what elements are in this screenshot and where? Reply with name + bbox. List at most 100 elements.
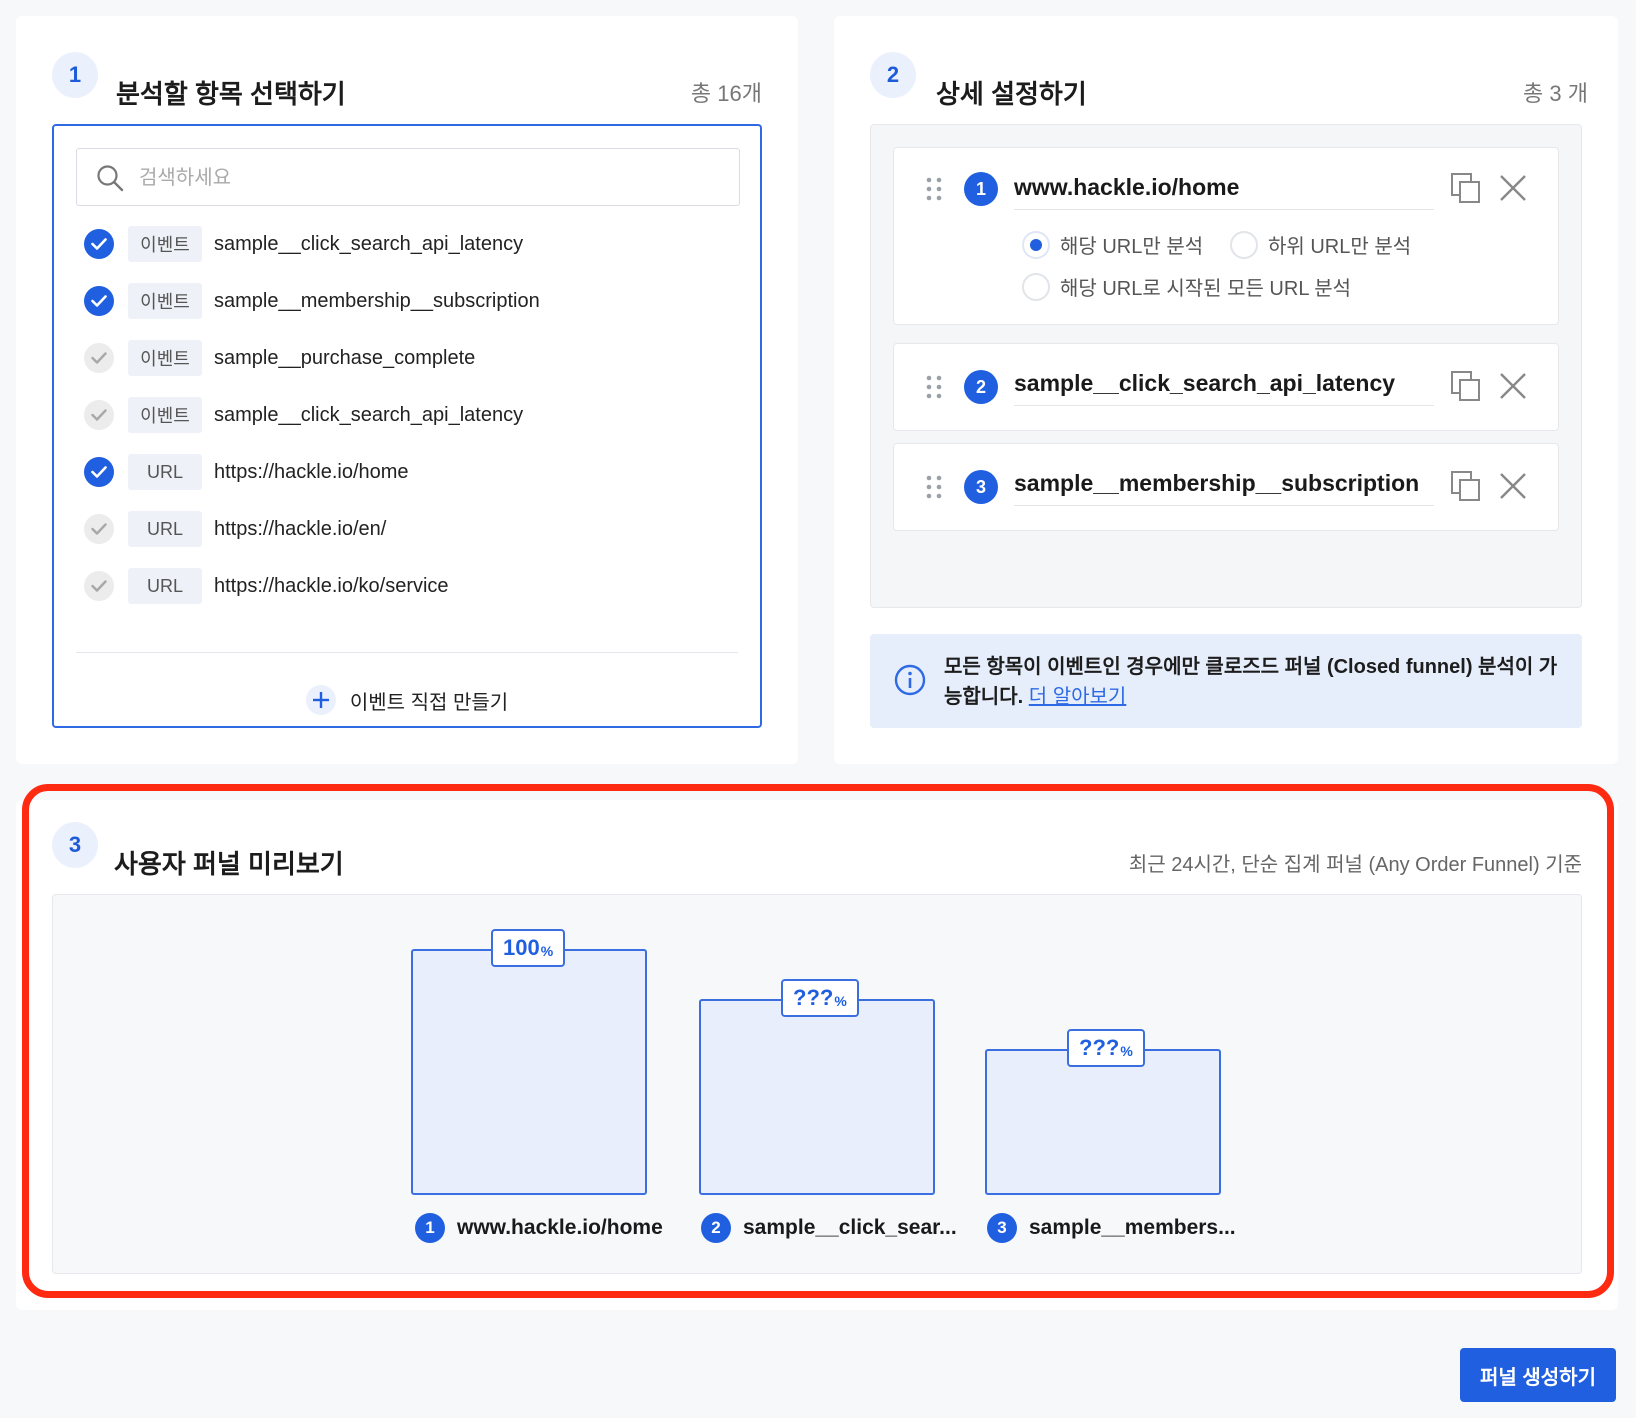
item-type-tag: 이벤트 — [128, 340, 202, 376]
checkbox-checked[interactable] — [84, 457, 114, 487]
checkbox-checked[interactable] — [84, 229, 114, 259]
percent-unit: % — [834, 993, 847, 1009]
list-item[interactable]: 이벤트 sample__click_search_api_latency — [84, 395, 734, 435]
funnel-percent-badge: ???% — [1067, 1029, 1145, 1067]
item-type-tag: URL — [128, 511, 202, 547]
checkbox-unchecked[interactable] — [84, 571, 114, 601]
info-icon — [894, 664, 926, 696]
percent-unit: % — [540, 943, 554, 959]
close-icon[interactable] — [1498, 371, 1528, 401]
radio-button[interactable] — [1022, 230, 1050, 259]
step-number-badge: 1 — [415, 1213, 445, 1243]
copy-icon[interactable] — [1450, 470, 1482, 502]
item-type-tag: URL — [128, 454, 202, 490]
funnel-step-label: 2 sample__click_sear... — [701, 1213, 957, 1243]
step-number-badge: 3 — [987, 1213, 1017, 1243]
step-badge: 2 — [870, 52, 916, 98]
item-label: https://hackle.io/en/ — [214, 517, 387, 540]
step-number-badge: 3 — [964, 470, 998, 504]
create-event-button[interactable]: 이벤트 직접 만들기 — [54, 682, 760, 718]
search-box[interactable] — [76, 148, 740, 206]
card-title-field[interactable]: sample__membership__subscription — [1014, 470, 1434, 506]
search-icon — [97, 165, 124, 192]
radio-sub-url[interactable]: 하위 URL만 분석 — [1230, 230, 1411, 259]
step-number-badge: 2 — [964, 370, 998, 404]
list-item[interactable]: URL https://hackle.io/en/ — [84, 509, 734, 549]
close-icon[interactable] — [1498, 173, 1528, 203]
item-label: sample__purchase_complete — [214, 346, 476, 369]
funnel-step-name: www.hackle.io/home — [457, 1216, 663, 1239]
radio-url-prefix[interactable]: 해당 URL로 시작된 모든 URL 분석 — [1022, 272, 1351, 301]
drag-handle-icon[interactable] — [924, 374, 944, 400]
detail-card: 3 sample__membership__subscription — [893, 443, 1559, 531]
funnel-bar — [411, 949, 647, 1195]
step-badge: 3 — [52, 822, 98, 868]
funnel-step-label: 3 sample__members... — [987, 1213, 1236, 1243]
item-type-tag: URL — [128, 568, 202, 604]
radio-button[interactable] — [1022, 272, 1050, 301]
list-item[interactable]: 이벤트 sample__membership__subscription — [84, 281, 734, 321]
create-funnel-button[interactable]: 퍼널 생성하기 — [1460, 1348, 1616, 1402]
list-scroll-fade — [54, 636, 760, 652]
item-label: sample__click_search_api_latency — [214, 232, 524, 255]
percent-value: ??? — [1079, 1035, 1120, 1060]
list-item[interactable]: 이벤트 sample__click_search_api_latency — [84, 224, 734, 264]
step-number-badge: 1 — [964, 172, 998, 206]
checkbox-checked[interactable] — [84, 286, 114, 316]
item-label: sample__click_search_api_latency — [214, 403, 524, 426]
copy-icon[interactable] — [1450, 370, 1482, 402]
checkbox-unchecked[interactable] — [84, 514, 114, 544]
funnel-bar — [699, 999, 935, 1195]
item-count: 총 3 개 — [1523, 81, 1588, 106]
drag-handle-icon[interactable] — [924, 176, 944, 202]
panel-title: 상세 설정하기 — [936, 79, 1087, 109]
funnel-percent-badge: 100% — [491, 929, 566, 967]
close-icon[interactable] — [1498, 471, 1528, 501]
detail-card: 1 www.hackle.io/home 해당 URL만 분석 하위 URL만 … — [893, 147, 1559, 325]
item-label: sample__membership__subscription — [214, 289, 540, 312]
card-title-field[interactable]: www.hackle.io/home — [1014, 174, 1434, 210]
plus-icon — [305, 685, 336, 715]
funnel-preview-panel: 3 사용자 퍼널 미리보기 최근 24시간, 단순 집계 퍼널 (Any Ord… — [16, 800, 1618, 1310]
detail-list: 1 www.hackle.io/home 해당 URL만 분석 하위 URL만 … — [870, 124, 1582, 608]
list-item[interactable]: 이벤트 sample__purchase_complete — [84, 338, 734, 378]
drag-handle-icon[interactable] — [924, 474, 944, 500]
item-list-box: 이벤트 sample__click_search_api_latency 이벤트… — [52, 124, 762, 728]
item-label: https://hackle.io/home — [214, 460, 409, 483]
radio-url-only[interactable]: 해당 URL만 분석 — [1022, 230, 1203, 259]
radio-button[interactable] — [1230, 230, 1258, 259]
percent-value: ??? — [793, 985, 834, 1010]
funnel-percent-badge: ???% — [781, 979, 859, 1017]
checkbox-unchecked[interactable] — [84, 343, 114, 373]
list-item[interactable]: URL https://hackle.io/home — [84, 452, 734, 492]
panel-title: 사용자 퍼널 미리보기 — [114, 849, 344, 879]
list-item[interactable]: URL https://hackle.io/ko/service — [84, 566, 734, 606]
create-event-label: 이벤트 직접 만들기 — [349, 691, 509, 714]
detail-card: 2 sample__click_search_api_latency — [893, 343, 1559, 431]
radio-label: 해당 URL로 시작된 모든 URL 분석 — [1060, 278, 1352, 300]
step-number-badge: 2 — [701, 1213, 731, 1243]
info-notice: 모든 항목이 이벤트인 경우에만 클로즈드 퍼널 (Closed funnel)… — [870, 634, 1582, 728]
funnel-step-name: sample__members... — [1029, 1216, 1236, 1239]
item-label: https://hackle.io/ko/service — [214, 574, 449, 597]
select-items-panel: 1 분석할 항목 선택하기 총 16개 이벤트 sample__click_se… — [16, 16, 798, 764]
detail-settings-panel: 2 상세 설정하기 총 3 개 1 www.hackle.io/home 해당 … — [834, 16, 1618, 764]
item-type-tag: 이벤트 — [128, 283, 202, 319]
percent-unit: % — [1120, 1043, 1133, 1059]
learn-more-link[interactable]: 더 알아보기 — [1029, 686, 1127, 708]
search-input[interactable] — [139, 163, 719, 193]
funnel-preview-area: 100% 1 www.hackle.io/home ???% 2 sample_… — [52, 894, 1582, 1274]
percent-value: 100 — [503, 935, 540, 960]
item-type-tag: 이벤트 — [128, 397, 202, 433]
card-title-field[interactable]: sample__click_search_api_latency — [1014, 370, 1434, 406]
preview-note: 최근 24시간, 단순 집계 퍼널 (Any Order Funnel) 기준 — [1128, 854, 1582, 876]
list-divider — [76, 652, 738, 653]
radio-label: 하위 URL만 분석 — [1268, 236, 1412, 258]
step-badge: 1 — [52, 52, 98, 98]
copy-icon[interactable] — [1450, 172, 1482, 204]
funnel-step-label: 1 www.hackle.io/home — [415, 1213, 663, 1243]
checkbox-unchecked[interactable] — [84, 400, 114, 430]
item-type-tag: 이벤트 — [128, 226, 202, 262]
radio-label: 해당 URL만 분석 — [1060, 236, 1204, 258]
funnel-bar — [985, 1049, 1221, 1195]
